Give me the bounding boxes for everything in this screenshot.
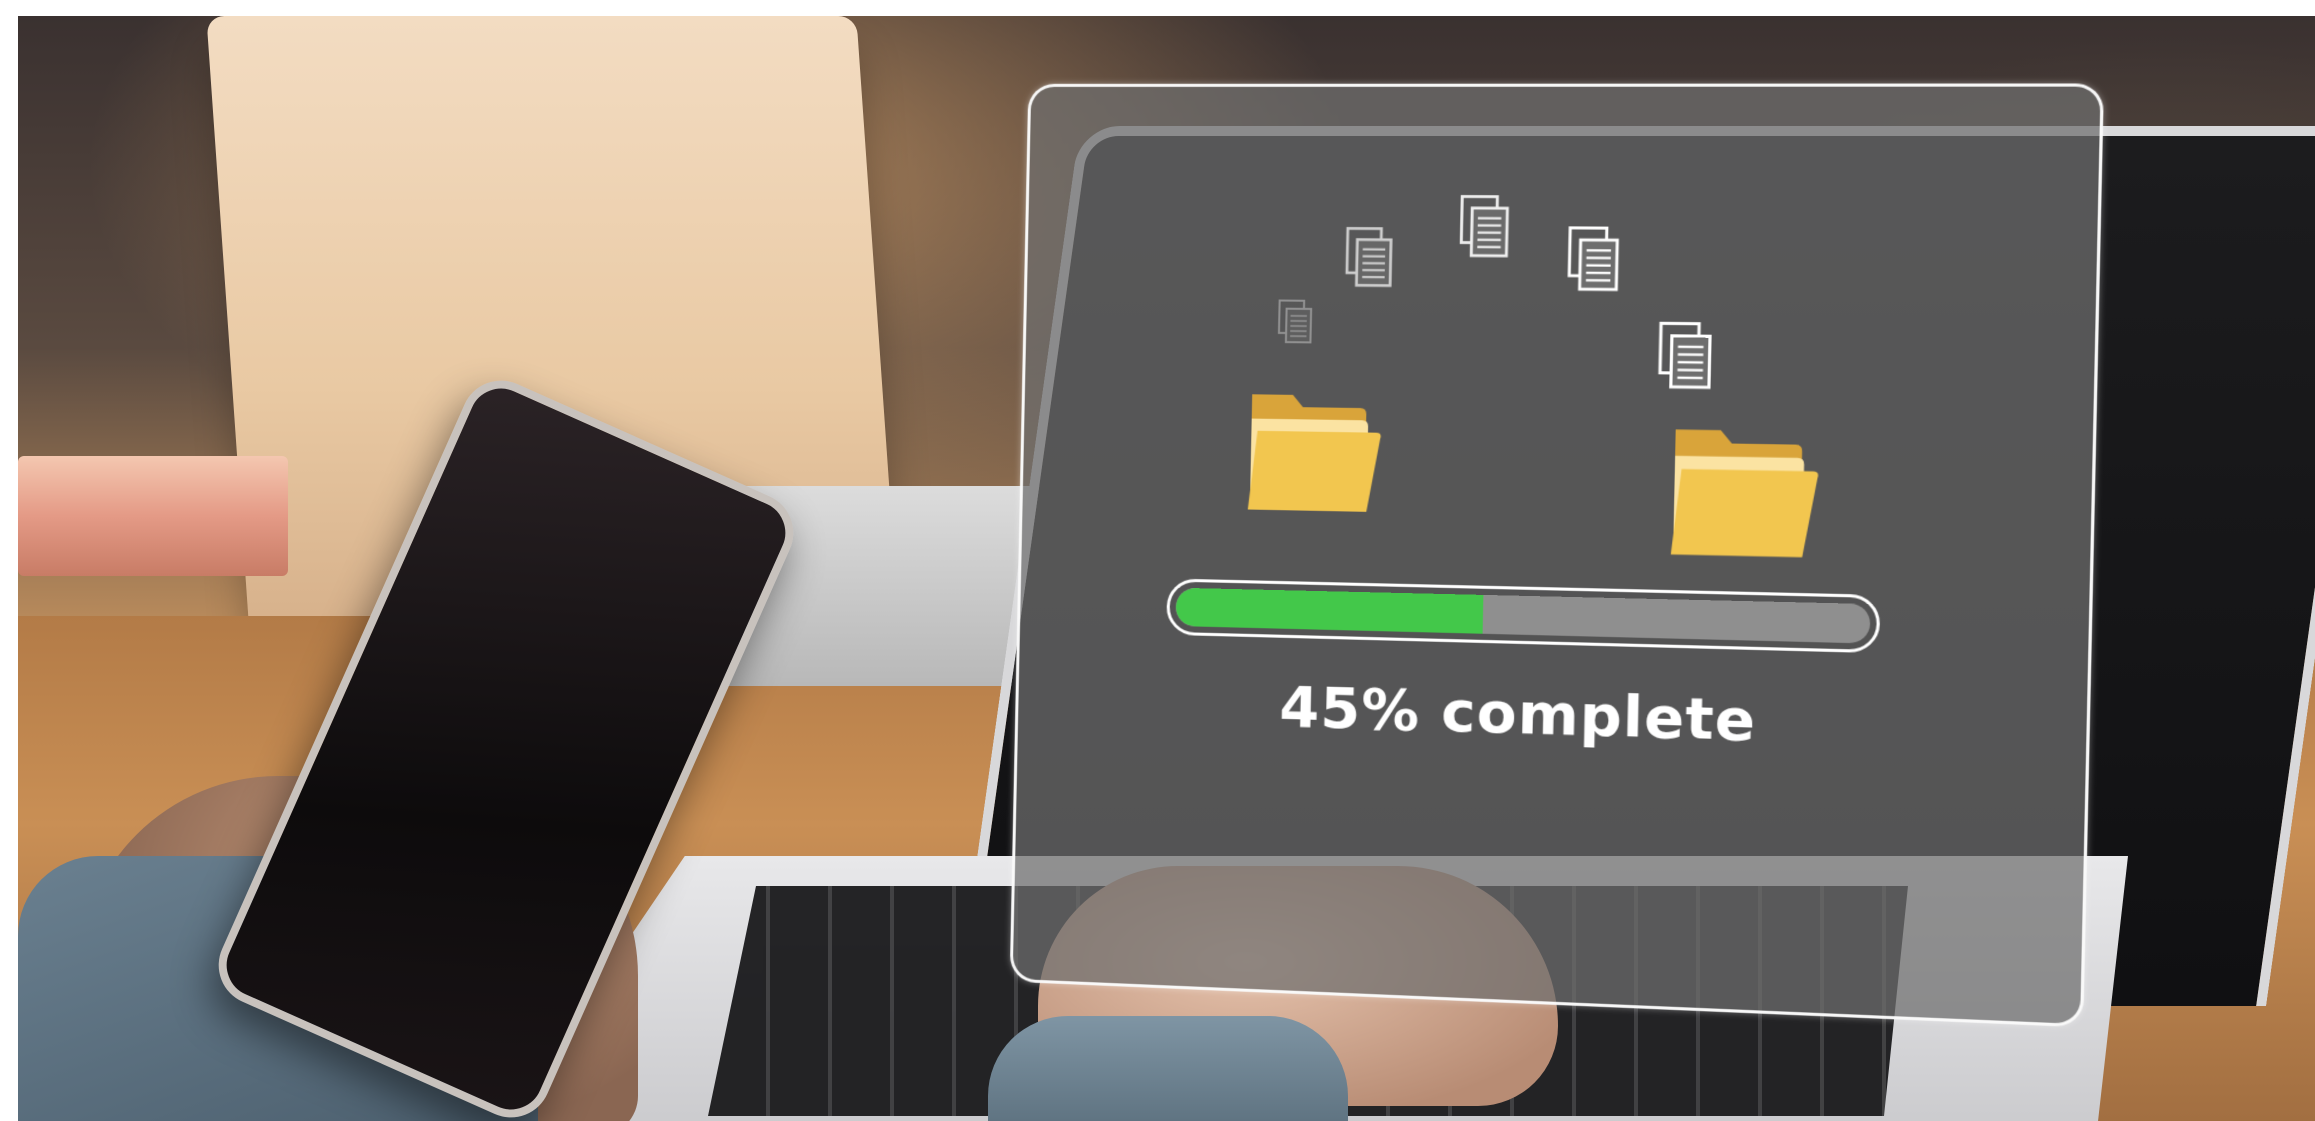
folder-icon xyxy=(1246,390,1384,518)
folder-front xyxy=(1247,430,1381,513)
notebooks xyxy=(18,456,288,576)
document-icon xyxy=(1566,226,1622,292)
document-icon xyxy=(1458,195,1511,259)
progress-label: 45% complete xyxy=(1278,674,1758,755)
document-icon xyxy=(1344,227,1395,288)
right-sleeve xyxy=(988,1016,1348,1121)
progress-track xyxy=(1175,587,1871,644)
document-icon xyxy=(1656,322,1715,391)
file-transfer-overlay: 45% complete xyxy=(1009,83,2104,1028)
document-icon xyxy=(1278,299,1314,344)
folder-icon xyxy=(1663,425,1826,565)
progress-fill xyxy=(1175,587,1484,634)
progress-bar xyxy=(1166,578,1881,654)
